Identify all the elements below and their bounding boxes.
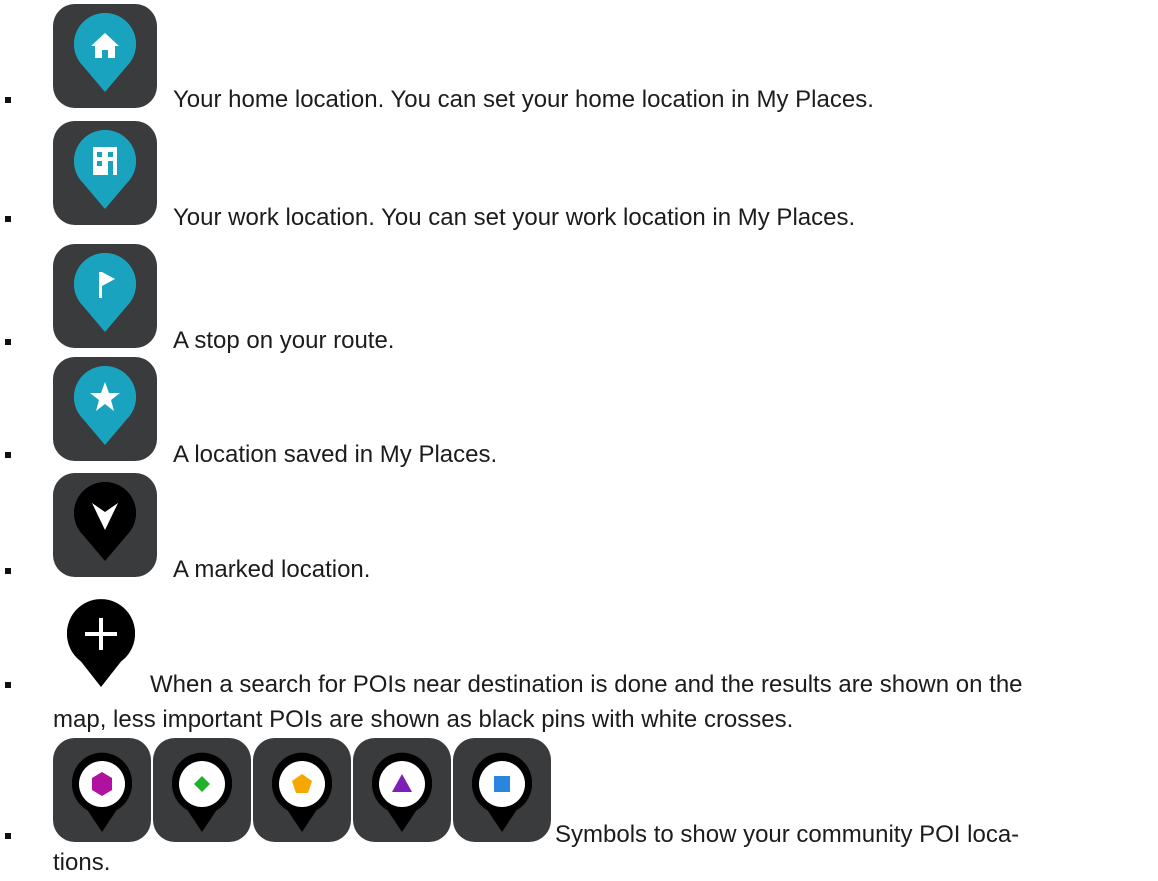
marked-location-pin-icon xyxy=(53,473,157,577)
bullet xyxy=(5,568,11,574)
community-triangle-icon xyxy=(353,738,451,842)
item-text: A marked location. xyxy=(173,556,371,583)
item-text: A stop on your route. xyxy=(173,327,395,354)
community-pentagon-icon xyxy=(253,738,351,842)
bullet xyxy=(5,339,11,345)
work-pin-icon xyxy=(53,121,157,225)
flag-pin-icon xyxy=(53,244,157,348)
community-hexagon-icon xyxy=(53,738,151,842)
home-pin-icon xyxy=(53,4,157,108)
item-text: A location saved in My Places. xyxy=(173,441,498,468)
star-pin-icon xyxy=(53,357,157,461)
bullet xyxy=(5,833,11,839)
item-text-line1: When a search for POIs near destination … xyxy=(150,671,1023,698)
bullet xyxy=(5,682,11,688)
bullet xyxy=(5,216,11,222)
community-icons xyxy=(53,738,551,842)
item-text: Your work location. You can set your wor… xyxy=(173,204,856,231)
bullet xyxy=(5,97,11,103)
poi-cross-pin-icon xyxy=(53,593,149,689)
item-text-line2: map, less important POIs are shown as bl… xyxy=(53,706,794,733)
community-diamond-icon xyxy=(153,738,251,842)
community-square-icon xyxy=(453,738,551,842)
item-text-line1: Symbols to show your community POI loca- xyxy=(555,821,1020,848)
item-text-line2: tions. xyxy=(53,849,111,876)
bullet xyxy=(5,452,11,458)
item-text: Your home location. You can set your hom… xyxy=(173,86,874,113)
